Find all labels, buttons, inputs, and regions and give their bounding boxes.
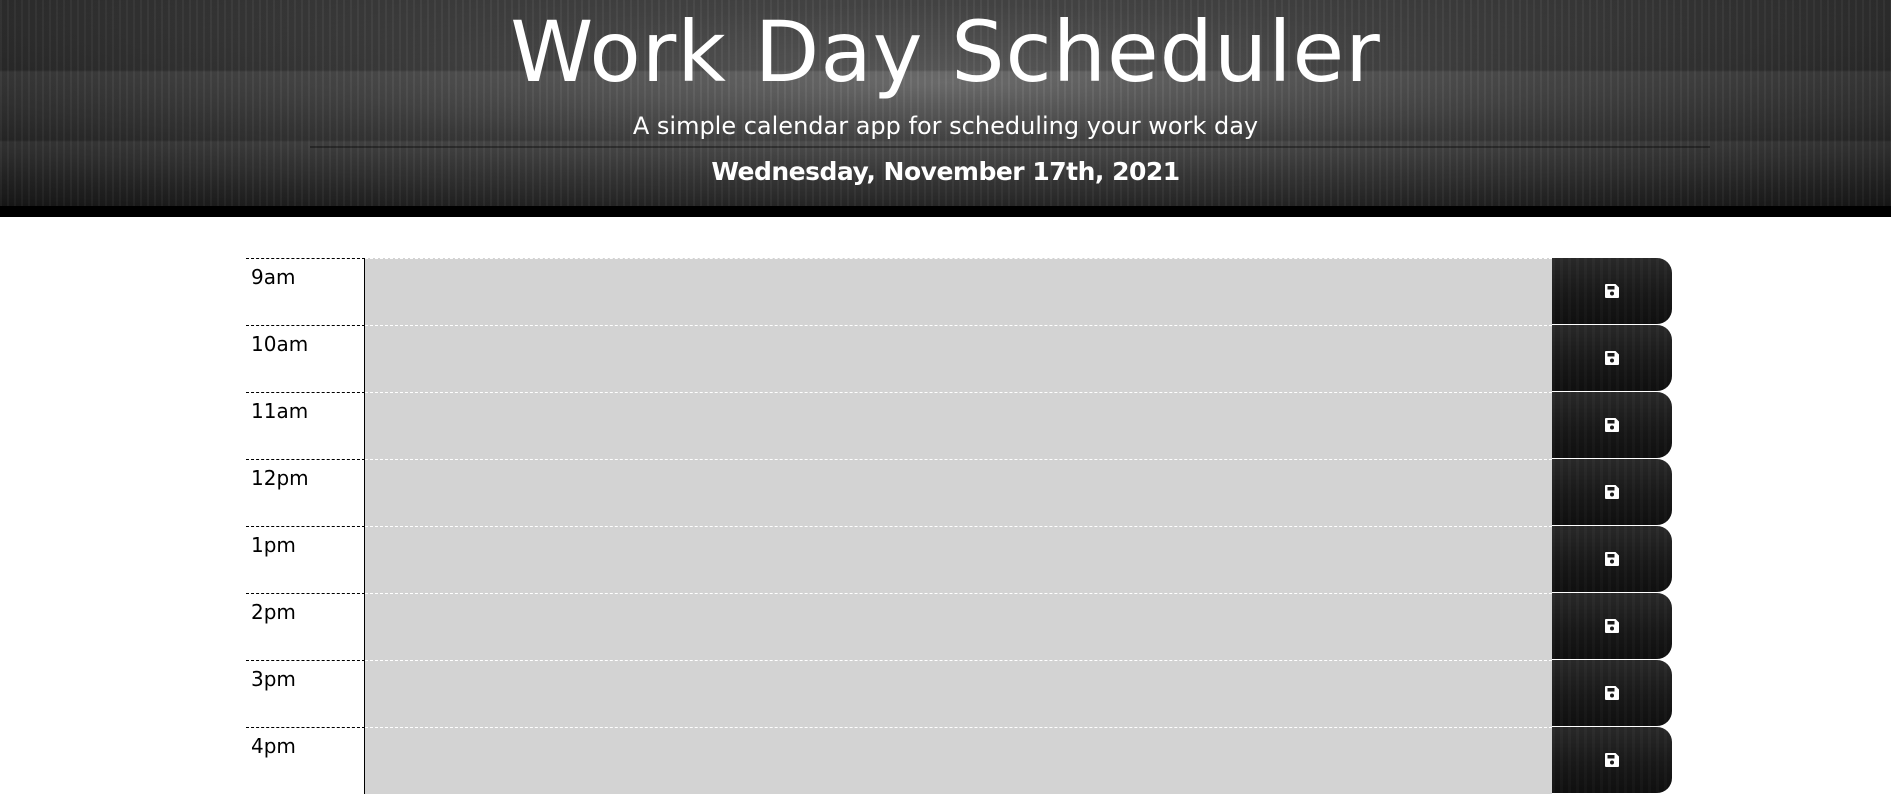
time-block: 10am <box>246 325 1672 392</box>
time-block: 3pm <box>246 660 1672 727</box>
hour-label: 9am <box>246 258 365 325</box>
event-description-input[interactable] <box>365 258 1552 325</box>
time-block: 4pm <box>246 727 1672 794</box>
event-description-input[interactable] <box>365 526 1552 593</box>
hour-label: 12pm <box>246 459 365 526</box>
save-button[interactable] <box>1552 526 1672 592</box>
time-block: 9am <box>246 258 1672 325</box>
event-description-input[interactable] <box>365 727 1552 794</box>
current-day: Wednesday, November 17th, 2021 <box>711 157 1180 186</box>
save-button[interactable] <box>1552 258 1672 324</box>
floppy-disk-icon <box>1605 284 1619 298</box>
floppy-disk-icon <box>1605 552 1619 566</box>
floppy-disk-icon <box>1605 686 1619 700</box>
page-subtitle: A simple calendar app for scheduling you… <box>632 112 1259 140</box>
floppy-disk-icon <box>1605 351 1619 365</box>
time-block: 12pm <box>246 459 1672 526</box>
event-description-input[interactable] <box>365 392 1552 459</box>
hour-label: 4pm <box>246 727 365 794</box>
floppy-disk-icon <box>1605 418 1619 432</box>
save-button[interactable] <box>1552 593 1672 659</box>
event-description-input[interactable] <box>365 593 1552 660</box>
hour-label: 10am <box>246 325 365 392</box>
time-block: 2pm <box>246 593 1672 660</box>
schedule-container: 9am 10am 11am 12pm 1pm 2pm 3pm 4pm <box>246 258 1672 794</box>
hour-label: 1pm <box>246 526 365 593</box>
time-block: 11am <box>246 392 1672 459</box>
hour-label: 3pm <box>246 660 365 727</box>
time-block: 1pm <box>246 526 1672 593</box>
hour-label: 11am <box>246 392 365 459</box>
event-description-input[interactable] <box>365 325 1552 392</box>
save-button[interactable] <box>1552 392 1672 458</box>
save-button[interactable] <box>1552 727 1672 793</box>
hour-label: 2pm <box>246 593 365 660</box>
save-button[interactable] <box>1552 325 1672 391</box>
event-description-input[interactable] <box>365 660 1552 727</box>
save-button[interactable] <box>1552 660 1672 726</box>
floppy-disk-icon <box>1605 485 1619 499</box>
header-jumbotron: Work Day Scheduler A simple calendar app… <box>0 0 1891 217</box>
save-button[interactable] <box>1552 459 1672 525</box>
floppy-disk-icon <box>1605 753 1619 767</box>
floppy-disk-icon <box>1605 619 1619 633</box>
event-description-input[interactable] <box>365 459 1552 526</box>
page-title: Work Day Scheduler <box>510 3 1381 101</box>
